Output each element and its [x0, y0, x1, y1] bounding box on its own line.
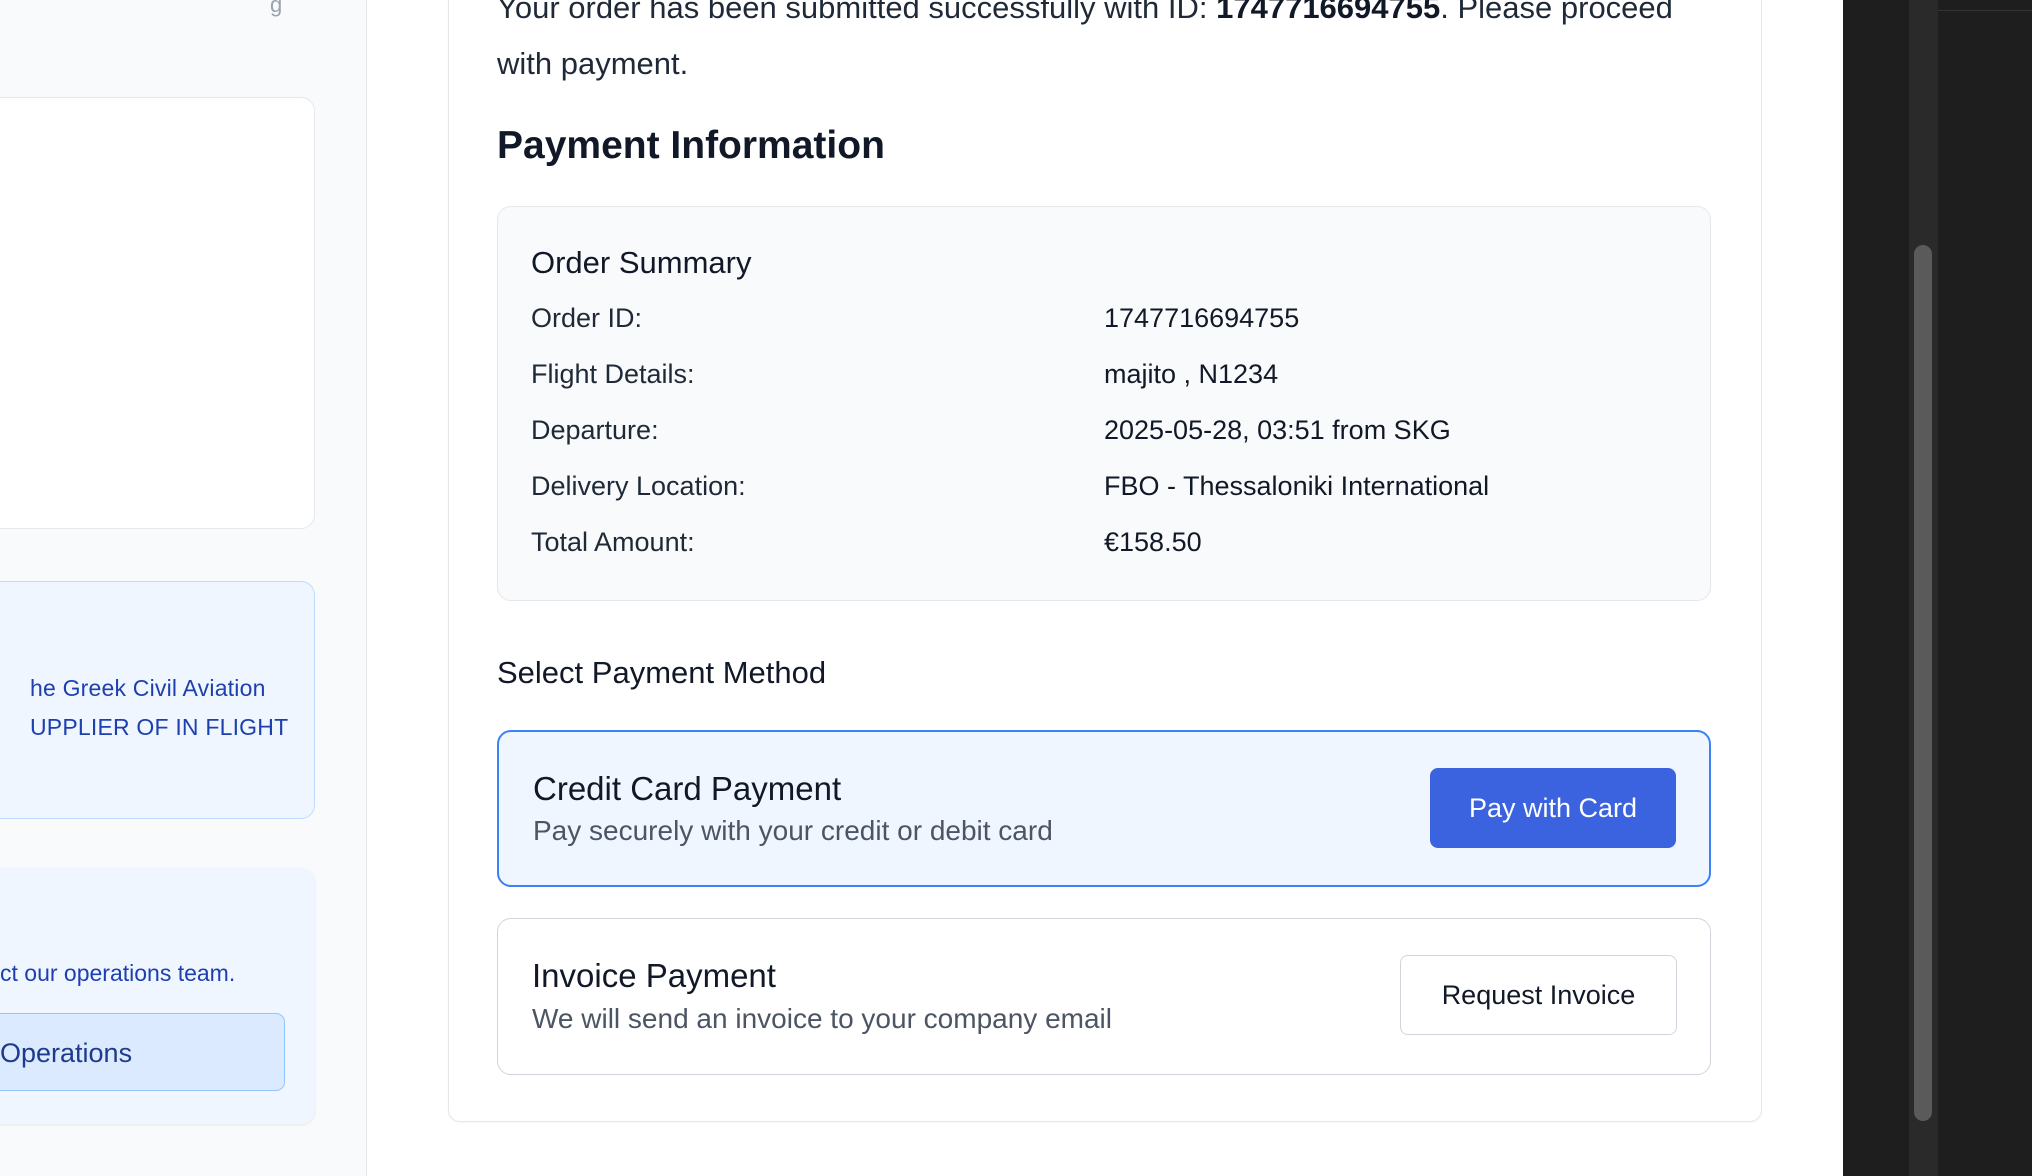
summary-label: Delivery Location:: [531, 471, 746, 501]
summary-value: majito , N1234: [1104, 359, 1279, 389]
payment-information-heading: Payment Information: [497, 124, 885, 167]
summary-row-order-id: Order ID: 1747716694755: [531, 303, 1681, 343]
pay-with-card-button[interactable]: Pay with Card: [1430, 768, 1676, 848]
invoice-description: We will send an invoice to your company …: [532, 1003, 1112, 1034]
credit-card-description: Pay securely with your credit or debit c…: [533, 815, 1053, 846]
select-payment-method-heading: Select Payment Method: [497, 655, 827, 690]
summary-row-delivery-location: Delivery Location: FBO - Thessaloniki In…: [531, 471, 1681, 511]
sidebar-notice-text-line-1: he Greek Civil Aviation: [30, 675, 266, 701]
summary-value: €158.50: [1104, 527, 1202, 557]
request-invoice-button[interactable]: Request Invoice: [1400, 955, 1677, 1035]
sidebar-contact-text: ct our operations team.: [0, 960, 236, 986]
contact-operations-button-label[interactable]: Operations: [0, 1038, 132, 1069]
invoice-title: Invoice Payment: [532, 957, 776, 994]
sidebar-notice-text-line-2: UPPLIER OF IN FLIGHT: [30, 714, 289, 740]
order-summary-title: Order Summary: [531, 245, 752, 280]
confirmation-order-id: 1747716694755: [1216, 0, 1441, 25]
summary-label: Flight Details:: [531, 359, 695, 389]
scrollbar-thumb[interactable]: [1914, 245, 1932, 1121]
summary-value: FBO - Thessaloniki International: [1104, 471, 1490, 501]
summary-label: Total Amount:: [531, 527, 695, 557]
summary-value: 2025-05-28, 03:51 from SKG: [1104, 415, 1451, 445]
summary-row-flight-details: Flight Details: majito , N1234: [531, 359, 1681, 399]
credit-card-title: Credit Card Payment: [533, 770, 842, 807]
sidebar-partial-text: g: [270, 0, 283, 17]
summary-value: 1747716694755: [1104, 303, 1300, 333]
window-divider: [1938, 0, 2032, 11]
summary-row-total-amount: Total Amount: €158.50: [531, 527, 1681, 567]
summary-label: Order ID:: [531, 303, 643, 333]
summary-label: Departure:: [531, 415, 659, 445]
sidebar-info-card: [0, 97, 315, 529]
summary-row-departure: Departure: 2025-05-28, 03:51 from SKG: [531, 415, 1681, 455]
credit-card-payment-option[interactable]: Credit Card Payment Pay securely with yo…: [497, 730, 1711, 887]
invoice-payment-option[interactable]: Invoice Payment We will send an invoice …: [497, 918, 1711, 1075]
order-confirmation-message: Your order has been submitted successful…: [497, 0, 1727, 92]
